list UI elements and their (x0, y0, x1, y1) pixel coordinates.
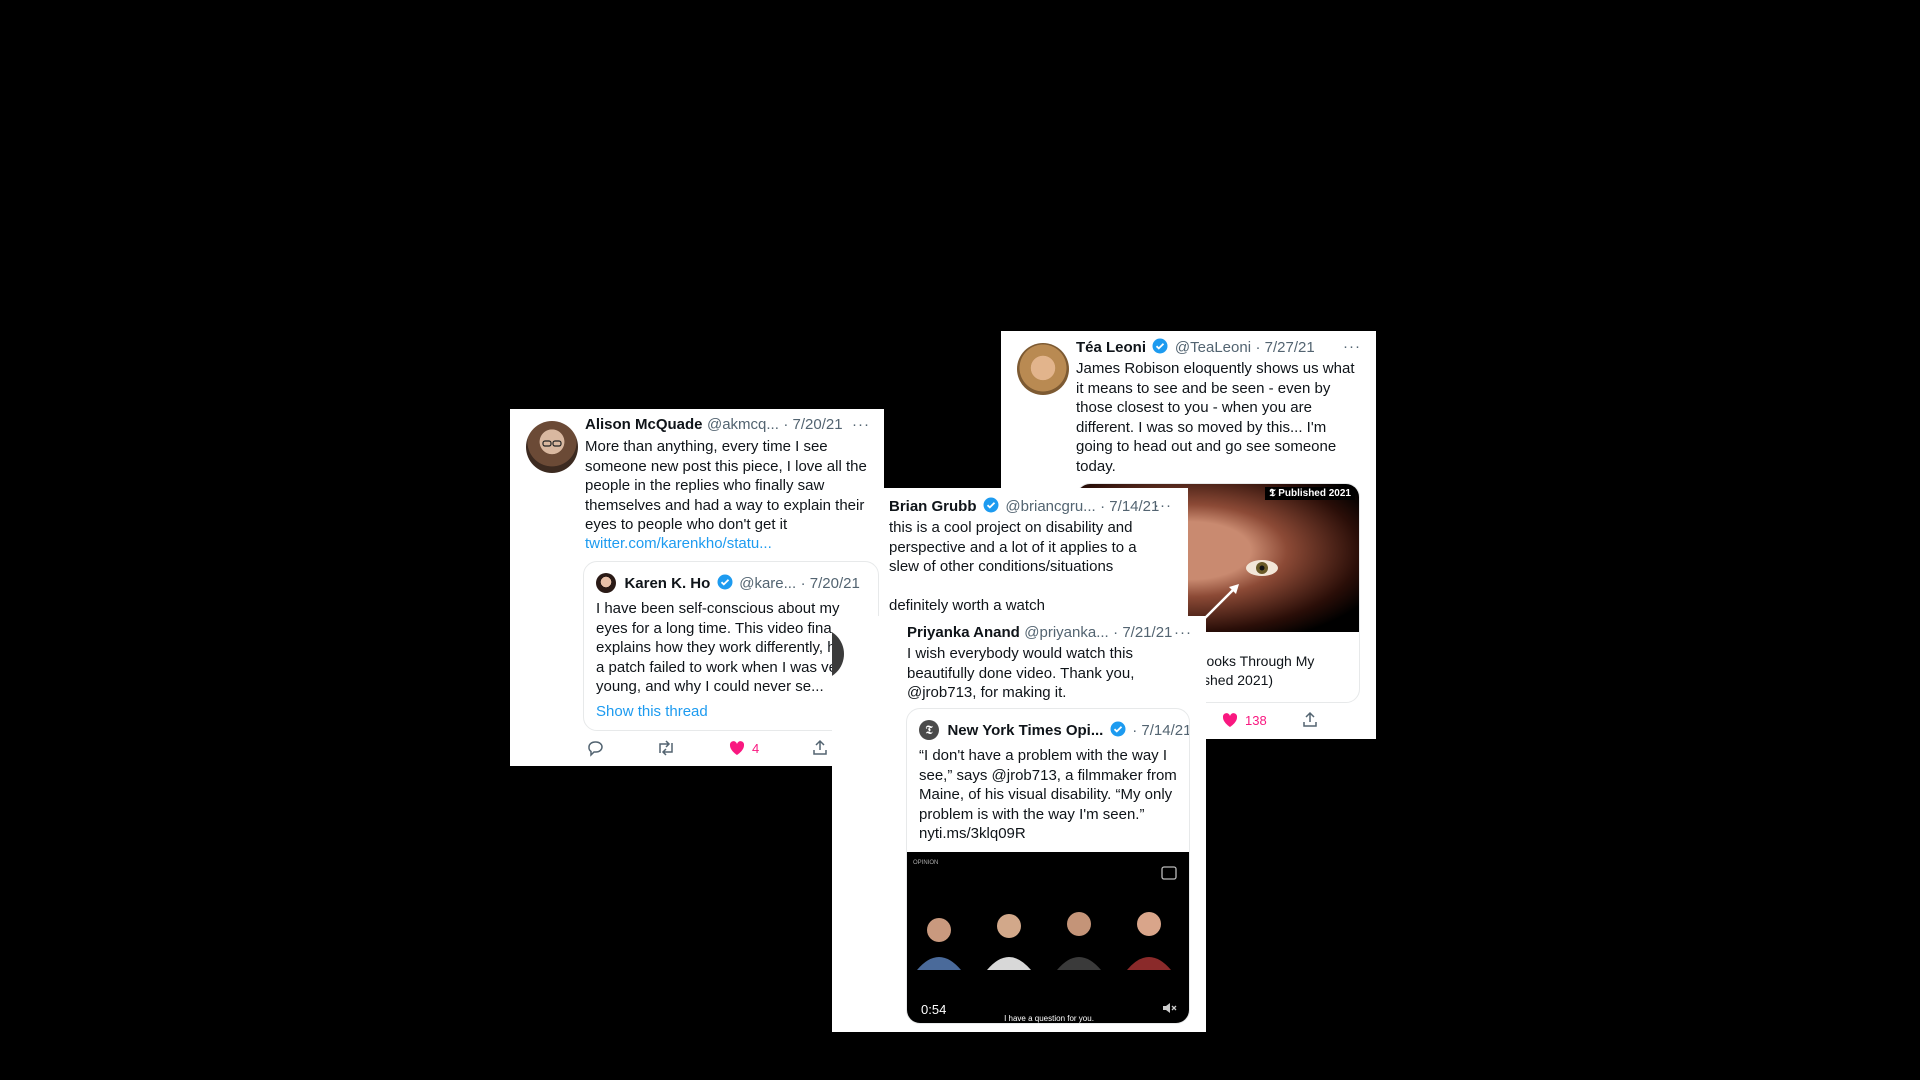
tweet-text: I wish everybody would watch this beauti… (907, 645, 1135, 701)
tweet-card-brian[interactable]: Brian Grubb @briancgru... · 7/14/21 ··· … (884, 488, 1188, 623)
more-options-icon[interactable]: ··· (1343, 338, 1361, 355)
heart-filled-icon (1222, 713, 1238, 727)
tweet-date[interactable]: · 7/21/21 (1113, 624, 1172, 641)
quoted-author-handle: @kare... (739, 575, 797, 592)
quoted-tweet-text: “I don't have a problem with the way I s… (919, 747, 1177, 842)
tweet-header: Alison McQuade @akmcq... · 7/20/21 (585, 416, 843, 434)
retweet-button[interactable] (656, 739, 676, 757)
more-options-icon[interactable]: ··· (1174, 624, 1192, 641)
quoted-tweet-header: 𝕿 New York Times Opi... · 7/14/21 (919, 720, 1190, 740)
author-handle[interactable]: @akmcq... (707, 416, 779, 433)
video-caption: I have a question for you. (1004, 1014, 1094, 1023)
quoted-author-name: Karen K. Ho (624, 575, 711, 592)
share-icon (813, 739, 827, 755)
nyt-logo-icon: 𝕿 (1269, 488, 1279, 499)
author-name[interactable]: Priyanka Anand (907, 624, 1020, 641)
quoted-tweet-date: · 7/20/21 (800, 575, 860, 592)
author-handle[interactable]: @TeaLeoni (1175, 339, 1251, 356)
like-count: 138 (1245, 712, 1267, 728)
more-options-icon[interactable]: ··· (1154, 497, 1172, 514)
avatar (596, 573, 616, 593)
author-name[interactable]: Téa Leoni (1076, 339, 1146, 356)
tweet-date[interactable]: · 7/27/21 (1256, 339, 1315, 356)
author-name[interactable]: Brian Grubb (889, 498, 977, 515)
video-player[interactable]: OPINION 0:54 I have a question for you. (907, 852, 1189, 1023)
like-button[interactable]: 4 (728, 739, 759, 757)
video-people-thumbnail-icon (917, 912, 1171, 970)
author-handle[interactable]: @priyanka... (1024, 624, 1108, 641)
avatar[interactable] (526, 421, 578, 473)
link-card-title-line1: e Looks Through My (1187, 653, 1315, 669)
tweet-date[interactable]: · 7/20/21 (783, 416, 842, 433)
tweet-text: this is a cool project on disability and… (889, 519, 1137, 575)
like-button[interactable]: 138 (1221, 711, 1267, 729)
author-handle[interactable]: @briancgru... (1005, 498, 1095, 515)
avatar[interactable] (832, 628, 844, 680)
verified-badge-icon (983, 497, 999, 513)
more-options-icon[interactable]: ··· (852, 416, 870, 433)
tweet-date[interactable]: · 7/14/21 (1100, 498, 1159, 515)
share-icon (1302, 711, 1317, 727)
tweet-text-2: definitely worth a watch (889, 597, 1045, 614)
reply-button[interactable] (586, 739, 604, 757)
share-button[interactable] (811, 739, 829, 757)
avatar[interactable] (1017, 343, 1069, 395)
tweet-header: Priyanka Anand @priyanka... · 7/21/21 (907, 624, 1172, 642)
retweet-icon (659, 740, 673, 756)
nyt-logo-icon: 𝕿 (919, 720, 939, 740)
verified-badge-icon (1152, 338, 1168, 354)
verified-badge-icon (1110, 721, 1126, 737)
tweet-header: Brian Grubb @briancgru... · 7/14/21 (889, 497, 1159, 516)
tweet-text: James Robison eloquently shows us what i… (1076, 360, 1355, 475)
reply-icon (588, 741, 603, 757)
published-badge-label: Published 2021 (1278, 488, 1351, 499)
verified-badge-icon (717, 574, 733, 590)
tweet-card-priyanka[interactable]: Priyanka Anand @priyanka... · 7/21/21 ··… (832, 616, 1206, 1032)
quoted-tweet-date: · 7/14/21 (1132, 722, 1190, 739)
like-count: 4 (752, 740, 760, 756)
show-thread-link[interactable]: Show this thread (596, 702, 708, 722)
share-button[interactable] (1301, 711, 1319, 729)
tweet-text: More than anything, every time I see som… (585, 438, 867, 533)
quoted-tweet-text: I have been self-conscious about my eyes… (596, 600, 855, 695)
quoted-tweet-header: Karen K. Ho @kare... · 7/20/21 (596, 573, 860, 593)
quoted-link[interactable]: twitter.com/karenkho/statu... (585, 534, 875, 554)
avatar-glasses-icon (542, 440, 562, 447)
quoted-author-name: New York Times Opi... (947, 722, 1104, 739)
tweet-header: Téa Leoni @TeaLeoni · 7/27/21 (1076, 338, 1315, 357)
published-badge: 𝕿 Published 2021 (1265, 487, 1355, 500)
mute-icon[interactable] (1161, 1001, 1177, 1015)
tweet-actions: 138 (1221, 711, 1371, 729)
author-name[interactable]: Alison McQuade (585, 416, 703, 433)
tweet-card-alison[interactable]: Alison McQuade @akmcq... · 7/20/21 ··· M… (510, 409, 884, 766)
quoted-tweet[interactable]: 𝕿 New York Times Opi... · 7/14/21 “I don… (906, 708, 1190, 1024)
heart-filled-icon (729, 741, 745, 755)
